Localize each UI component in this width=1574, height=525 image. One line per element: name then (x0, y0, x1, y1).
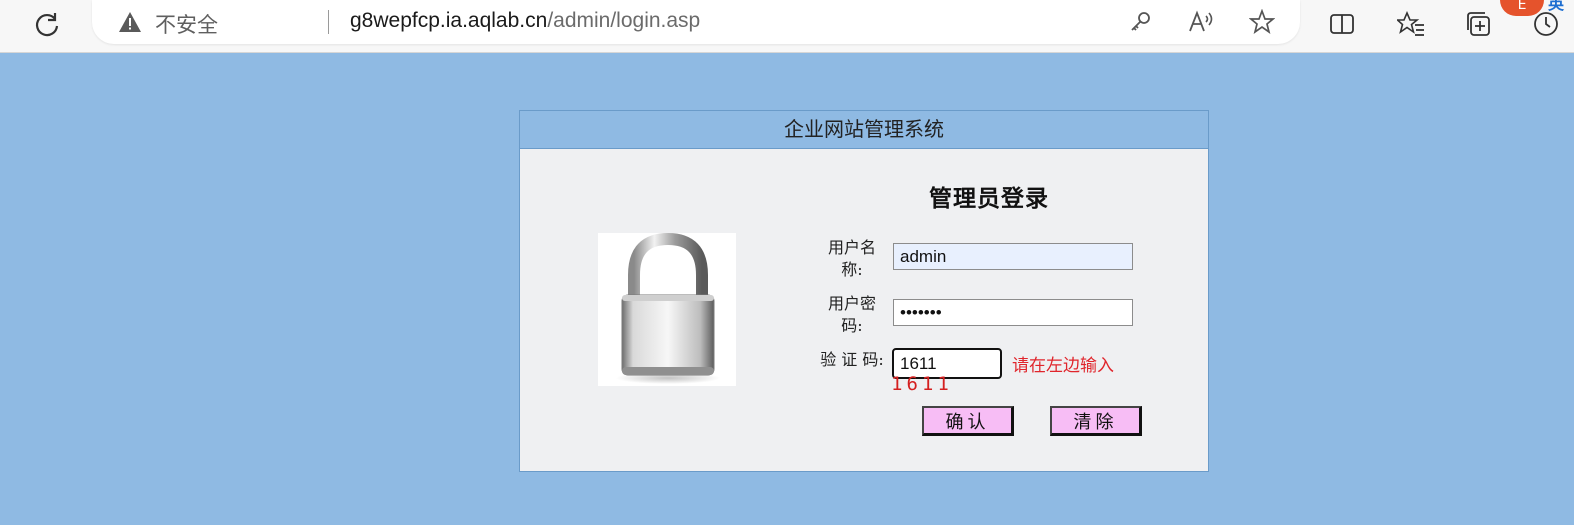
url-text[interactable]: g8wepfcp.ia.aqlab.cn/admin/login.asp (350, 9, 700, 33)
address-divider (328, 10, 329, 34)
captcha-image[interactable]: 1611 (891, 373, 953, 395)
address-bar[interactable]: 不安全 g8wepfcp.ia.aqlab.cn/admin/login.asp (92, 0, 1300, 44)
captcha-label: 验 证 码: (820, 350, 884, 369)
password-label: 用户密码: (827, 294, 876, 335)
padlock-icon (616, 232, 720, 384)
read-aloud-icon-glyph (1189, 10, 1213, 32)
panel-header: 企业网站管理系统 (520, 111, 1208, 149)
warning-icon[interactable] (118, 11, 142, 33)
history-icon-glyph (1534, 12, 1558, 36)
star-icon-glyph (1249, 9, 1275, 35)
login-title: 管理员登录 (929, 185, 1049, 212)
padlock-image (598, 232, 736, 386)
username-input[interactable] (893, 243, 1133, 270)
login-panel: 企业网站管理系统 管理员登录 用户名称: admin 用户密码: •••••••… (519, 110, 1209, 472)
split-screen-icon[interactable] (1324, 6, 1360, 42)
username-label: 用户名称: (827, 238, 876, 279)
reload-icon-glyph (35, 13, 59, 37)
favorites-icon[interactable] (1393, 6, 1429, 42)
captcha-hint: 请在左边输入 (1012, 356, 1114, 376)
favorites-icon-glyph (1397, 11, 1424, 36)
url-path: /admin/login.asp (547, 9, 701, 32)
favorite-star-icon[interactable] (1248, 8, 1276, 36)
clear-button[interactable]: 清除 (1050, 406, 1142, 436)
translate-badge[interactable]: 英 (1548, 0, 1564, 14)
split-screen-icon-glyph (1330, 14, 1354, 34)
url-host: g8wepfcp.ia.aqlab.cn (350, 9, 548, 32)
security-label[interactable]: 不安全 (155, 9, 218, 39)
collections-icon-glyph (1467, 12, 1490, 36)
browser-toolbar: 不安全 g8wepfcp.ia.aqlab.cn/admin/login.asp (0, 0, 1574, 53)
reload-icon[interactable] (28, 6, 66, 44)
password-input[interactable] (893, 299, 1133, 326)
collections-icon[interactable] (1460, 6, 1496, 42)
key-icon[interactable] (1126, 8, 1154, 36)
read-aloud-icon[interactable] (1187, 8, 1215, 36)
key-icon-glyph (1131, 12, 1150, 31)
submit-button[interactable]: 确认 (922, 406, 1014, 436)
